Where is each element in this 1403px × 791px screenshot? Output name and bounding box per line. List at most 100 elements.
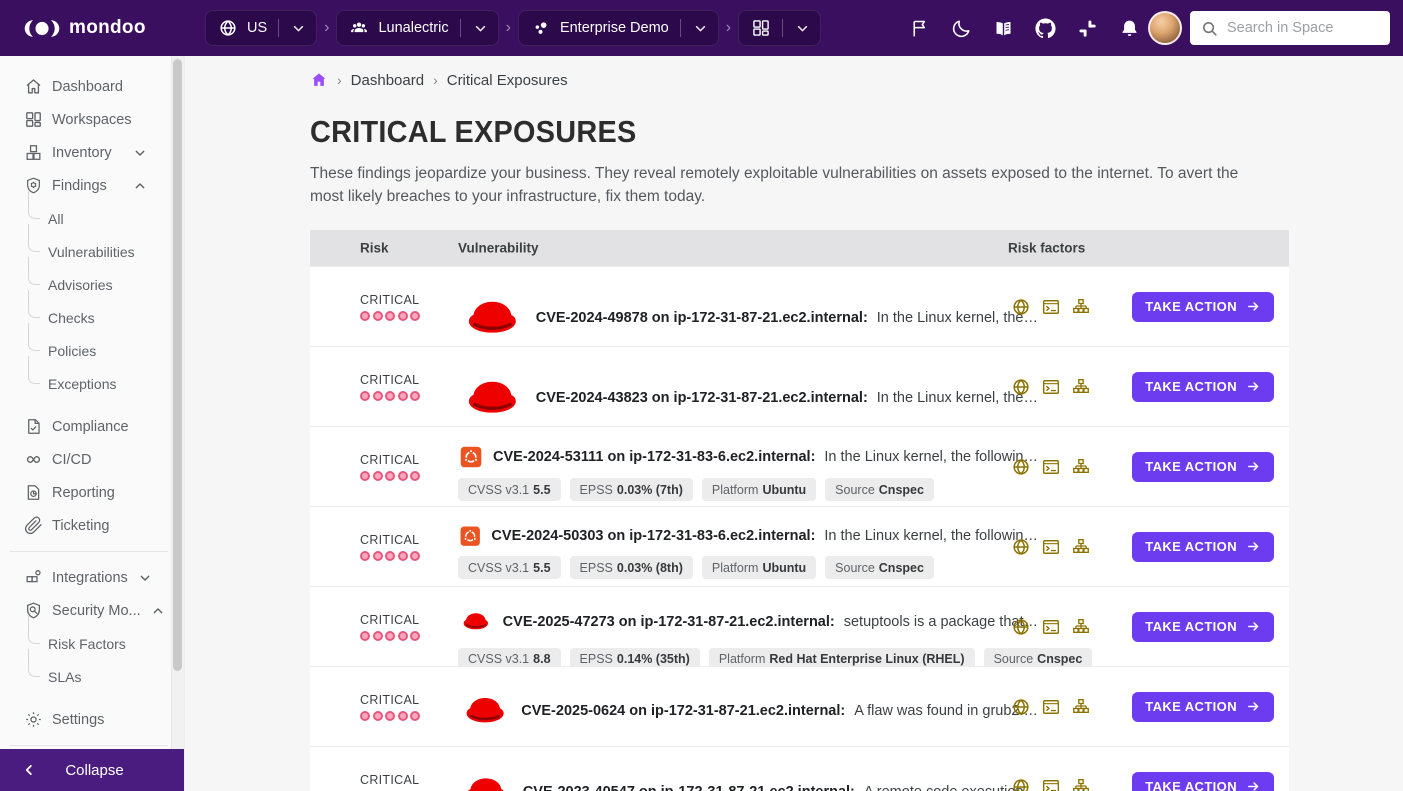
- remote-execution-icon: [1041, 457, 1061, 477]
- vulnerability-title: CVE-2024-53111 on ip-172-31-83-6.ec2.int…: [458, 444, 1038, 470]
- ubuntu-icon: [458, 524, 482, 548]
- table-row[interactable]: CRITICAL CVE-2024-49878 on ip-172-31-87-…: [310, 266, 1289, 346]
- sidebar-item-label: Compliance: [52, 419, 129, 435]
- take-action-button[interactable]: TAKE ACTION: [1132, 372, 1274, 402]
- mondoo-logo[interactable]: mondoo: [24, 16, 182, 41]
- action-cell: TAKE ACTION: [1132, 692, 1274, 722]
- sidebar-item-label: Exceptions: [48, 376, 116, 392]
- workspaces-icon: [24, 110, 43, 129]
- vulnerability-title: CVE-2024-49878 on ip-172-31-87-21.ec2.in…: [458, 284, 1038, 353]
- table-row[interactable]: CRITICAL CVE-2024-43823 on ip-172-31-87-…: [310, 346, 1289, 426]
- sidebar: DashboardWorkspacesInventoryFindingsAllV…: [0, 56, 185, 791]
- take-action-label: TAKE ACTION: [1145, 459, 1237, 474]
- take-action-button[interactable]: TAKE ACTION: [1132, 612, 1274, 642]
- take-action-label: TAKE ACTION: [1145, 779, 1237, 791]
- arrow-right-icon: [1246, 779, 1261, 791]
- breadcrumb: › Dashboard › Critical Exposures: [310, 70, 1403, 90]
- risk-severity-label: CRITICAL: [360, 453, 420, 467]
- action-cell: TAKE ACTION: [1132, 532, 1274, 562]
- risk-cell: CRITICAL: [360, 533, 420, 561]
- sidebar-item-integrations[interactable]: Integrations: [0, 561, 184, 594]
- risk-factors-cell: [1011, 537, 1091, 557]
- sidebar-nav: DashboardWorkspacesInventoryFindingsAllV…: [0, 70, 184, 746]
- context-chip-us[interactable]: US: [205, 10, 317, 46]
- breadcrumb-dashboard[interactable]: Dashboard: [351, 72, 424, 89]
- take-action-label: TAKE ACTION: [1145, 539, 1237, 554]
- sidebar-item-ci-cd[interactable]: CI/CD: [0, 443, 184, 476]
- sidebar-item-ticketing[interactable]: Ticketing: [0, 509, 184, 542]
- sidebar-item-settings[interactable]: Settings: [0, 703, 184, 736]
- chevron-down-icon: [137, 570, 153, 586]
- dark-mode-button[interactable]: [946, 11, 976, 45]
- chevron-left-icon: [20, 761, 38, 779]
- context-chip-label: Lunalectric: [378, 20, 448, 36]
- chevron-down-icon: [290, 20, 307, 37]
- remote-execution-icon: [1041, 697, 1061, 717]
- context-chips: US›Lunalectric›Enterprise Demo›: [205, 10, 821, 46]
- avatar[interactable]: [1148, 11, 1182, 45]
- context-chip-lunalectric[interactable]: Lunalectric: [336, 10, 498, 46]
- sidebar-item-dashboard[interactable]: Dashboard: [0, 70, 184, 103]
- platform-icon-wrap: [458, 764, 514, 791]
- internet-exposed-icon: [1011, 537, 1031, 557]
- vulnerability-cell: CVE-2023-40547 on ip-172-31-87-21.ec2.in…: [458, 764, 1038, 791]
- chip-source: SourceCnspec: [825, 478, 934, 501]
- take-action-button[interactable]: TAKE ACTION: [1132, 292, 1274, 322]
- column-header-risk: Risk: [360, 241, 389, 256]
- vulnerability-title: CVE-2025-47273 on ip-172-31-87-21.ec2.in…: [458, 604, 1038, 640]
- chip-divider: [782, 19, 783, 37]
- risk-severity-label: CRITICAL: [360, 293, 420, 307]
- notifications-icon: [1119, 18, 1140, 39]
- chip-cvss-v3-1: CVSS v3.15.5: [458, 478, 561, 501]
- context-chip-label: Enterprise Demo: [560, 20, 669, 36]
- risk-score-dots: [360, 711, 420, 721]
- sidebar-item-label: Workspaces: [52, 112, 132, 128]
- sidebar-item-compliance[interactable]: Compliance: [0, 410, 184, 443]
- search-icon: [1200, 19, 1219, 38]
- sidebar-item-label: Findings: [52, 178, 107, 194]
- take-action-button[interactable]: TAKE ACTION: [1132, 452, 1274, 482]
- sidebar-item-label: SLAs: [48, 669, 81, 685]
- sidebar-item-workspaces[interactable]: Workspaces: [0, 103, 184, 136]
- breadcrumb-separator: ›: [337, 72, 342, 88]
- sidebar-item-reporting[interactable]: Reporting: [0, 476, 184, 509]
- vulnerability-title: CVE-2024-43823 on ip-172-31-87-21.ec2.in…: [458, 364, 1038, 433]
- platform-icon-wrap: [458, 364, 527, 433]
- table-row[interactable]: CRITICAL CVE-2024-50303 on ip-172-31-83-…: [310, 506, 1289, 586]
- sidebar-item-label: CI/CD: [52, 452, 91, 468]
- slack-button[interactable]: [1072, 11, 1102, 45]
- take-action-button[interactable]: TAKE ACTION: [1132, 772, 1274, 791]
- risk-severity-label: CRITICAL: [360, 693, 420, 707]
- flag-button[interactable]: [904, 11, 934, 45]
- table-row[interactable]: CRITICAL CVE-2025-0624 on ip-172-31-87-2…: [310, 666, 1289, 746]
- sidebar-scrollbar-thumb[interactable]: [173, 59, 182, 671]
- sidebar-item-inventory[interactable]: Inventory: [0, 136, 184, 169]
- docs-button[interactable]: [988, 11, 1018, 45]
- chip-epss: EPSS0.03% (8th): [570, 556, 693, 579]
- context-chip-workspace[interactable]: [738, 10, 821, 46]
- take-action-label: TAKE ACTION: [1145, 299, 1237, 314]
- table-row[interactable]: CRITICAL CVE-2025-47273 on ip-172-31-87-…: [310, 586, 1289, 666]
- risk-score-dots: [360, 551, 420, 561]
- network-icon: [1071, 297, 1091, 317]
- table-row[interactable]: CRITICAL CVE-2024-53111 on ip-172-31-83-…: [310, 426, 1289, 506]
- action-cell: TAKE ACTION: [1132, 772, 1274, 791]
- github-button[interactable]: [1030, 11, 1060, 45]
- search-input[interactable]: [1227, 20, 1380, 36]
- take-action-button[interactable]: TAKE ACTION: [1132, 532, 1274, 562]
- integrations-icon: [24, 568, 43, 587]
- action-cell: TAKE ACTION: [1132, 452, 1274, 482]
- table-row[interactable]: CRITICAL CVE-2023-40547 on ip-172-31-87-…: [310, 746, 1289, 791]
- breadcrumb-critical-exposures: Critical Exposures: [447, 72, 568, 89]
- context-chip-enterprise-demo[interactable]: Enterprise Demo: [518, 10, 719, 46]
- notifications-button[interactable]: [1114, 11, 1144, 45]
- sidebar-item-slas[interactable]: SLAs: [0, 660, 184, 693]
- collapse-sidebar-button[interactable]: Collapse: [0, 749, 185, 791]
- chip-source: SourceCnspec: [825, 556, 934, 579]
- home-icon[interactable]: [310, 71, 328, 89]
- sidebar-item-exceptions[interactable]: Exceptions: [0, 367, 184, 400]
- take-action-button[interactable]: TAKE ACTION: [1132, 692, 1274, 722]
- vulnerability-summary: In the Linux kernel, the followin…: [824, 528, 1038, 544]
- remote-execution-icon: [1041, 617, 1061, 637]
- risk-factors-cell: [1011, 377, 1091, 397]
